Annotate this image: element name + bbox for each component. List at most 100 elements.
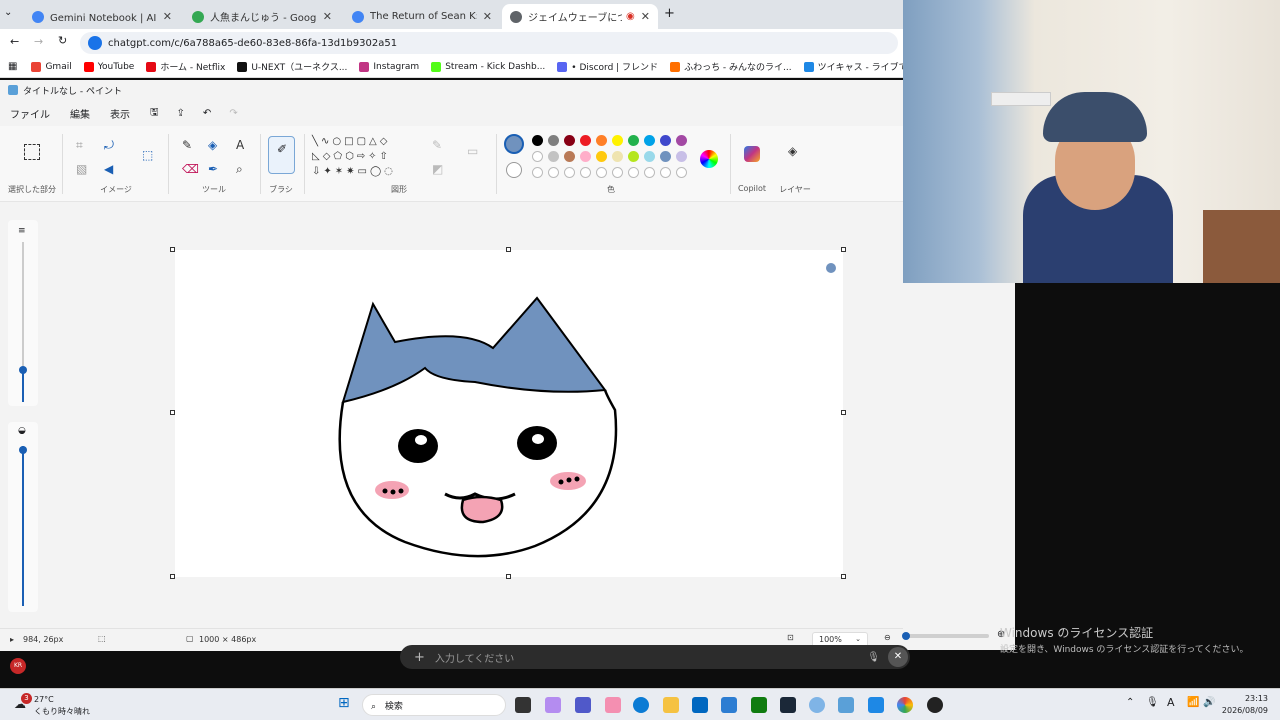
custom-color-slot[interactable] — [628, 167, 639, 178]
bookmark-item[interactable]: U-NEXT（ユーネクス... — [237, 60, 347, 73]
reload-icon[interactable]: ↻ — [58, 34, 67, 47]
fit-to-window-icon[interactable]: ⊡ — [787, 633, 794, 642]
image-select-icon[interactable]: ⬚ — [142, 148, 153, 162]
clock-date[interactable]: 2026/08/09 — [1218, 706, 1268, 715]
paint-taskbar-icon[interactable] — [838, 697, 854, 713]
close-icon[interactable]: ✕ — [641, 10, 650, 23]
resize-handle[interactable] — [506, 247, 511, 252]
shape-size-icon[interactable]: ▭ — [467, 144, 478, 158]
file-explorer-icon[interactable] — [663, 697, 679, 713]
resize-handle[interactable] — [506, 574, 511, 579]
color-swatch[interactable] — [660, 151, 671, 162]
wifi-icon[interactable]: 📶 — [1187, 697, 1199, 708]
browser-tab-3[interactable]: The Return of Sean K: Redemp ✕ — [344, 4, 500, 29]
save-icon[interactable]: 🖫 — [150, 105, 159, 122]
taskbar-search[interactable]: ⌕ 検索 — [362, 694, 506, 716]
forward-icon[interactable]: → — [34, 35, 43, 48]
color-swatch[interactable] — [580, 135, 591, 146]
color-swatch[interactable] — [660, 135, 671, 146]
color-swatch[interactable] — [564, 135, 575, 146]
resize-handle[interactable] — [170, 410, 175, 415]
chat-input[interactable]: + 入力してください 🎙 ✕ — [400, 645, 910, 669]
add-icon[interactable]: + — [414, 650, 425, 665]
drawing-canvas[interactable] — [175, 250, 843, 577]
tab-list-button[interactable]: ⌄ — [4, 7, 20, 23]
size-slider-thumb[interactable] — [19, 366, 27, 374]
color-swatch[interactable] — [644, 151, 655, 162]
color-swatch[interactable] — [548, 135, 559, 146]
color-swatch[interactable] — [628, 151, 639, 162]
opacity-slider-thumb[interactable] — [19, 446, 27, 454]
outline-icon[interactable]: ✎ — [432, 138, 442, 152]
browser-tab-1[interactable]: Gemini Notebook | AI リサーチツ ✕ — [24, 4, 180, 29]
menu-view[interactable]: 表示 — [110, 106, 130, 121]
secondary-color-swatch[interactable] — [506, 162, 522, 178]
copilot-icon[interactable] — [744, 146, 760, 162]
color-swatch[interactable] — [676, 135, 687, 146]
avatar[interactable]: KR — [10, 658, 26, 674]
app-icon[interactable] — [809, 697, 825, 713]
outlook-icon[interactable] — [721, 697, 737, 713]
bookmark-item[interactable]: ふわっち - みんなのライ... — [670, 60, 792, 73]
microphone-icon[interactable]: 🎙 — [867, 652, 880, 663]
new-tab-button[interactable]: + — [664, 6, 675, 21]
current-color-swatch[interactable] — [504, 134, 524, 154]
pencil-icon[interactable]: ✎ — [182, 138, 192, 152]
copilot-taskbar-icon[interactable] — [545, 697, 561, 713]
fill-bucket-icon[interactable]: ◈ — [208, 138, 217, 152]
steam-icon[interactable] — [780, 697, 796, 713]
resize-icon[interactable]: ▧ — [76, 162, 87, 176]
menu-file[interactable]: ファイル — [10, 106, 50, 121]
bookmark-item[interactable]: Stream - Kick Dashb... — [431, 60, 545, 73]
obs-icon[interactable] — [927, 697, 943, 713]
resize-handle[interactable] — [170, 574, 175, 579]
color-swatch[interactable] — [596, 151, 607, 162]
bookmark-item[interactable]: Instagram — [359, 60, 419, 73]
menu-edit[interactable]: 編集 — [70, 106, 90, 121]
teams-icon[interactable] — [575, 697, 591, 713]
stop-icon[interactable]: ✕ — [888, 647, 908, 667]
microphone-icon[interactable]: 🎙 — [1146, 697, 1159, 708]
color-swatch[interactable] — [612, 135, 623, 146]
site-info-icon[interactable] — [88, 36, 102, 50]
ime-icon[interactable]: A — [1167, 696, 1175, 709]
rotate-icon[interactable]: ⤾ — [104, 138, 114, 153]
custom-color-slot[interactable] — [532, 167, 543, 178]
back-icon[interactable]: ← — [10, 35, 19, 48]
color-swatch[interactable] — [580, 151, 591, 162]
color-swatch[interactable] — [612, 151, 623, 162]
custom-color-slot[interactable] — [644, 167, 655, 178]
zoom-out-icon[interactable]: ⊖ — [884, 633, 891, 642]
color-swatch[interactable] — [564, 151, 575, 162]
shapes-gallery[interactable]: ╲∿○□▢△◇ ◺◇⬠⬡⇨✧⇧ ⇩✦✶✷▭◯◌ — [312, 134, 418, 180]
color-swatch[interactable] — [644, 135, 655, 146]
redo-icon[interactable]: ↷ — [229, 108, 237, 119]
color-swatch[interactable] — [596, 135, 607, 146]
clock-time[interactable]: 23:13 — [1228, 694, 1268, 703]
store-icon[interactable] — [692, 697, 708, 713]
xbox-icon[interactable] — [751, 697, 767, 713]
volume-icon[interactable]: 🔊 — [1203, 697, 1215, 708]
bookmark-item[interactable]: YouTube — [83, 60, 134, 73]
brush-button[interactable]: ✐ — [268, 136, 295, 174]
custom-color-slot[interactable] — [660, 167, 671, 178]
custom-color-slot[interactable] — [596, 167, 607, 178]
close-icon[interactable]: ✕ — [323, 10, 332, 23]
color-picker-icon[interactable]: ✒ — [208, 162, 218, 176]
edit-colors-icon[interactable] — [700, 150, 718, 168]
bookmark-item[interactable]: ホーム - Netflix — [146, 60, 225, 73]
color-swatch[interactable] — [628, 135, 639, 146]
color-swatch[interactable] — [532, 151, 543, 162]
resize-handle[interactable] — [841, 574, 846, 579]
app-icon[interactable] — [605, 697, 621, 713]
select-tool-icon[interactable] — [24, 144, 40, 160]
color-swatch[interactable] — [532, 135, 543, 146]
color-swatch[interactable] — [548, 151, 559, 162]
text-icon[interactable]: A — [236, 138, 244, 152]
weather-widget[interactable]: ☁ 3 27°C くもり時々晴れ — [10, 693, 90, 717]
bookmark-item[interactable]: Gmail — [31, 60, 72, 73]
zoom-slider-thumb[interactable] — [902, 632, 910, 640]
photos-icon[interactable] — [868, 697, 884, 713]
browser-tab-2[interactable]: 人魚まんじゅう - Google 検索 ✕ — [184, 4, 340, 29]
edge-icon[interactable] — [633, 697, 649, 713]
